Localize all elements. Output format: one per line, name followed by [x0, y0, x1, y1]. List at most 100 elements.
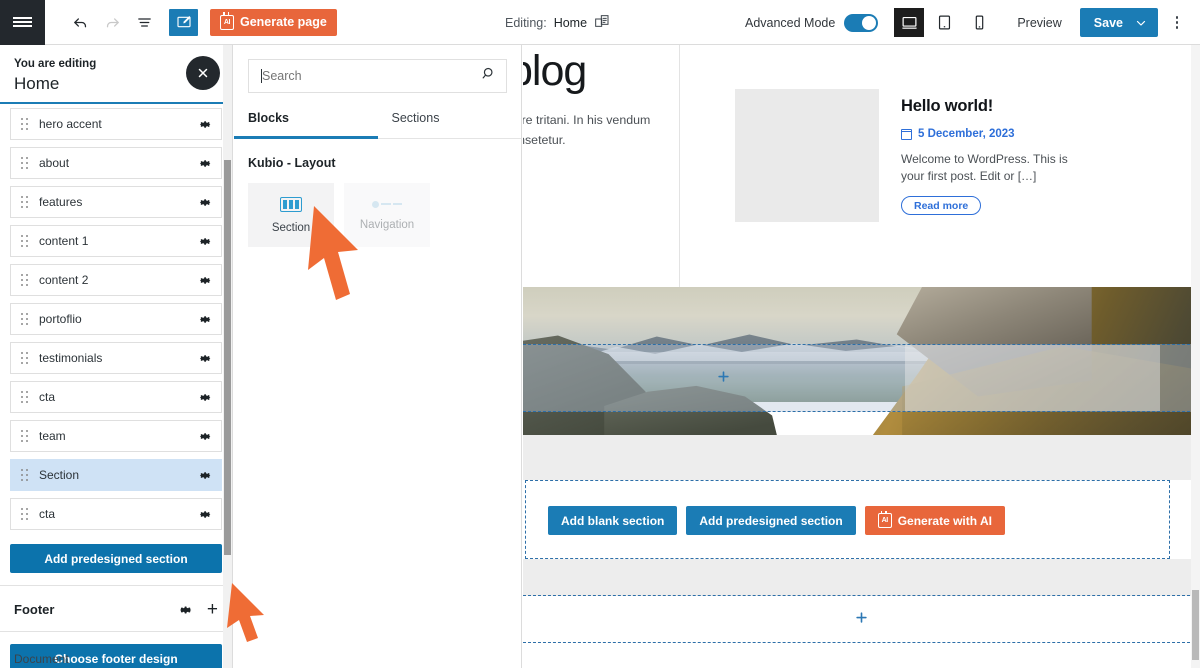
- ai-badge-icon: AI: [220, 12, 234, 30]
- canvas-scrollbar-thumb[interactable]: [1192, 590, 1199, 660]
- drag-handle-icon[interactable]: [21, 195, 28, 209]
- preview-button[interactable]: Preview: [1005, 16, 1073, 30]
- document-label[interactable]: Document: [14, 652, 69, 666]
- post-body: Hello world! 5 December, 2023 Welcome to…: [900, 89, 1091, 222]
- sidebar-section-row[interactable]: features: [10, 186, 222, 218]
- left-tool-group: AI Generate page: [65, 7, 337, 37]
- generate-with-ai-button[interactable]: AI Generate with AI: [864, 506, 1005, 535]
- chevron-down-icon[interactable]: [1133, 17, 1158, 29]
- gear-icon[interactable]: [179, 603, 193, 617]
- add-predesigned-section-button[interactable]: Add predesigned section: [10, 544, 222, 573]
- gear-icon[interactable]: [198, 195, 212, 209]
- gear-icon[interactable]: [198, 312, 212, 326]
- desktop-icon[interactable]: [894, 8, 925, 37]
- advanced-mode-toggle[interactable]: [844, 13, 879, 32]
- sidebar-section-row[interactable]: content 2: [10, 264, 222, 296]
- post-thumbnail-placeholder: [735, 89, 879, 222]
- sidebar-section-row[interactable]: cta: [10, 381, 222, 413]
- sidebar-section-row[interactable]: content 1: [10, 225, 222, 257]
- sidebar-section-row[interactable]: about: [10, 147, 222, 179]
- tab-blocks[interactable]: Blocks: [234, 107, 378, 139]
- ai-badge-icon: AI: [877, 510, 892, 528]
- add-predesigned-section-button-canvas[interactable]: Add predesigned section: [686, 506, 856, 535]
- drag-handle-icon[interactable]: [21, 429, 28, 443]
- edit-pencil-icon[interactable]: [169, 8, 198, 36]
- block-card-navigation[interactable]: Navigation: [344, 183, 430, 247]
- plus-icon[interactable]: +: [207, 600, 218, 619]
- gear-icon[interactable]: [198, 156, 212, 170]
- undo-icon[interactable]: [65, 7, 95, 37]
- footer-row: Footer +: [0, 586, 232, 631]
- advanced-mode-label: Advanced Mode: [744, 15, 836, 30]
- tab-sections[interactable]: Sections: [378, 107, 522, 138]
- add-blank-section-button[interactable]: Add blank section: [548, 506, 678, 535]
- blocks-panel: Blocks Sections Kubio - Layout Section N…: [234, 45, 522, 668]
- gear-icon[interactable]: [198, 390, 212, 404]
- search-icon[interactable]: [481, 66, 496, 86]
- post-title: Hello world!: [901, 97, 994, 115]
- drag-handle-icon[interactable]: [21, 234, 28, 248]
- gear-icon[interactable]: [198, 507, 212, 521]
- sidebar-section-row[interactable]: team: [10, 420, 222, 452]
- mountain-landscape-image[interactable]: [523, 287, 1200, 435]
- sidebar-scrollbar-thumb[interactable]: [224, 160, 231, 555]
- generate-page-button[interactable]: AI Generate page: [210, 8, 337, 36]
- list-view-icon[interactable]: [129, 7, 159, 37]
- gear-icon[interactable]: [198, 468, 212, 482]
- sidebar-section-row[interactable]: hero accent: [10, 108, 222, 140]
- drag-handle-icon[interactable]: [21, 117, 28, 131]
- page-switch-icon[interactable]: [594, 13, 610, 32]
- gear-icon[interactable]: [198, 117, 212, 131]
- post-meta: 5 December, 2023: [900, 128, 1091, 140]
- tablet-icon[interactable]: [929, 8, 959, 37]
- sidebar-section-row[interactable]: portoflio: [10, 303, 222, 335]
- sidebar-section-label: testimonials: [39, 351, 103, 365]
- sidebar-scrollbar[interactable]: [223, 45, 232, 668]
- gear-icon[interactable]: [198, 429, 212, 443]
- drag-handle-icon[interactable]: [21, 312, 28, 326]
- page-builder-app: AI Generate page Editing: Home Advanced …: [0, 0, 1200, 668]
- sidebar-section-row[interactable]: Section: [10, 459, 222, 491]
- sidebar-section-label: portoflio: [39, 312, 82, 326]
- hamburger-icon[interactable]: [0, 0, 45, 45]
- section-selection-band[interactable]: [523, 344, 1200, 412]
- kebab-menu-icon[interactable]: [1164, 8, 1190, 38]
- sidebar-section-row[interactable]: cta: [10, 498, 222, 530]
- drag-handle-icon[interactable]: [21, 390, 28, 404]
- hero-title: blog: [523, 47, 587, 95]
- drag-handle-icon[interactable]: [21, 507, 28, 521]
- sidebar-section-row[interactable]: testimonials: [10, 342, 222, 374]
- section-list: hero accent about features content 1 content…: [0, 104, 232, 541]
- generate-page-label: Generate page: [240, 15, 327, 29]
- blog-post-card[interactable]: Hello world! 5 December, 2023 Welcome to…: [735, 89, 1091, 222]
- editing-page-name: Home: [553, 15, 588, 30]
- drag-handle-icon[interactable]: [21, 351, 28, 365]
- plus-marker-icon[interactable]: [716, 369, 731, 387]
- block-grid: Section Navigation: [234, 170, 521, 247]
- drag-handle-icon[interactable]: [21, 468, 28, 482]
- gear-icon[interactable]: [198, 351, 212, 365]
- sidebar-section-label: content 1: [39, 234, 89, 248]
- block-card-section[interactable]: Section: [248, 183, 334, 247]
- right-tool-group: Advanced Mode Preview Save: [745, 0, 1190, 45]
- drag-handle-icon[interactable]: [21, 273, 28, 287]
- sidebar-header: You are editing Home: [0, 45, 232, 102]
- bottom-insert-zone[interactable]: [523, 596, 1200, 643]
- editing-indicator: Editing: Home: [505, 0, 610, 45]
- canvas-scrollbar[interactable]: [1191, 45, 1200, 668]
- add-section-zone[interactable]: Add blank section Add predesigned sectio…: [525, 480, 1170, 559]
- gear-icon[interactable]: [198, 234, 212, 248]
- close-icon[interactable]: [186, 56, 220, 90]
- sidebar-section-label: cta: [39, 507, 56, 521]
- drag-handle-icon[interactable]: [21, 156, 28, 170]
- read-more-button[interactable]: Read more: [901, 196, 982, 215]
- redo-icon[interactable]: [97, 7, 127, 37]
- plus-marker-icon[interactable]: [854, 610, 869, 628]
- search-field-wrapper[interactable]: [248, 59, 507, 93]
- save-button[interactable]: Save: [1079, 8, 1158, 37]
- search-input[interactable]: [262, 69, 481, 83]
- mobile-icon[interactable]: [964, 8, 994, 37]
- gear-icon[interactable]: [198, 273, 212, 287]
- hero-subtitle: olore tritani. In his vendum consetetur.: [523, 113, 651, 148]
- left-sidebar: You are editing Home hero accent about fea…: [0, 45, 233, 668]
